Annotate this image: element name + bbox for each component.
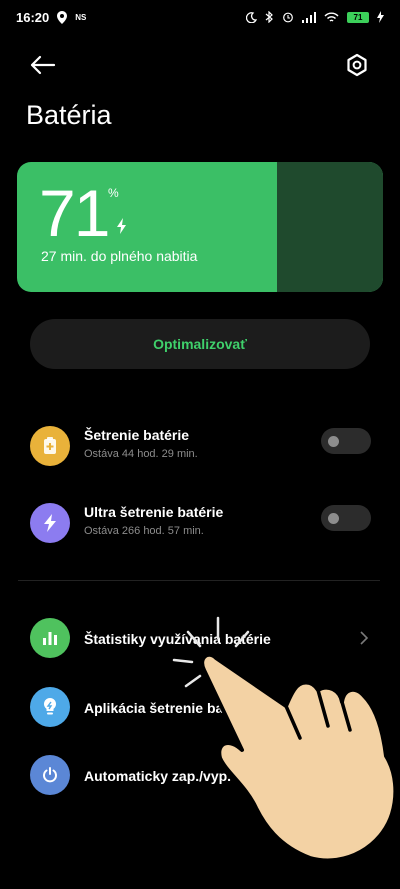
status-bar: 16:20 NS 71: [0, 0, 400, 34]
bluetooth-icon: [265, 11, 273, 23]
menu-item-auto-on-off[interactable]: Automaticky zap./vyp.: [30, 747, 375, 807]
menu-item-label: Automaticky zap./vyp.: [84, 768, 232, 784]
signal-icon: [302, 11, 316, 23]
ultra-battery-saver-toggle[interactable]: [321, 505, 371, 531]
charging-icon: [377, 11, 384, 23]
status-time: 16:20: [16, 9, 50, 25]
battery-level-value: 71: [39, 176, 110, 250]
bolt-icon: [30, 503, 70, 543]
chevron-right-icon: [360, 700, 369, 714]
gear-icon: [347, 53, 367, 77]
location-icon: [57, 10, 68, 24]
percent-sign: %: [108, 186, 119, 200]
battery-icon: 71: [347, 11, 369, 23]
alarm-icon: [283, 12, 293, 23]
moon-icon: [246, 11, 257, 23]
battery-saver-title: Šetrenie batérie: [84, 427, 190, 443]
optimize-button[interactable]: Optimalizovať: [30, 319, 370, 369]
battery-saver-toggle[interactable]: [321, 428, 371, 454]
ultra-battery-saver-row[interactable]: Ultra šetrenie batérie Ostáva 266 hod. 5…: [30, 495, 375, 555]
menu-item-label: Aplikácia šetrenie ba: [84, 700, 224, 716]
page-title: Batéria: [26, 100, 112, 130]
battery-level-card: 71 % 27 min. do plného nabitia: [17, 162, 383, 292]
battery-remainder: [277, 162, 383, 292]
chevron-right-icon: [360, 768, 369, 782]
charge-time-remaining: 27 min. do plného nabitia: [41, 248, 198, 264]
back-arrow-icon: [30, 55, 56, 75]
ultra-battery-saver-title: Ultra šetrenie batérie: [84, 504, 224, 520]
toggle-knob: [328, 436, 339, 447]
toggle-knob: [328, 513, 339, 524]
menu-item-battery-statistics[interactable]: Štatistiky využívania batérie: [30, 610, 375, 670]
bar-chart-icon: [30, 618, 70, 658]
divider: [18, 580, 380, 581]
lightbulb-icon: [30, 687, 70, 727]
battery-saver-row[interactable]: Šetrenie batérie Ostáva 44 hod. 29 min.: [30, 418, 375, 478]
battery-saver-subtitle: Ostáva 44 hod. 29 min.: [84, 448, 198, 460]
settings-button[interactable]: [340, 50, 374, 80]
menu-item-battery-saver-apps[interactable]: Aplikácia šetrenie ba: [30, 679, 375, 739]
ultra-battery-saver-subtitle: Ostáva 266 hod. 57 min.: [84, 525, 204, 537]
wifi-icon: [324, 12, 339, 22]
chevron-right-icon: [360, 631, 369, 645]
charging-bolt-icon: [117, 218, 126, 234]
battery-saver-icon: [30, 426, 70, 466]
status-ns: NS: [75, 12, 87, 22]
back-button[interactable]: [26, 50, 60, 80]
menu-item-label: Štatistiky využívania batérie: [84, 631, 271, 647]
power-icon: [30, 755, 70, 795]
